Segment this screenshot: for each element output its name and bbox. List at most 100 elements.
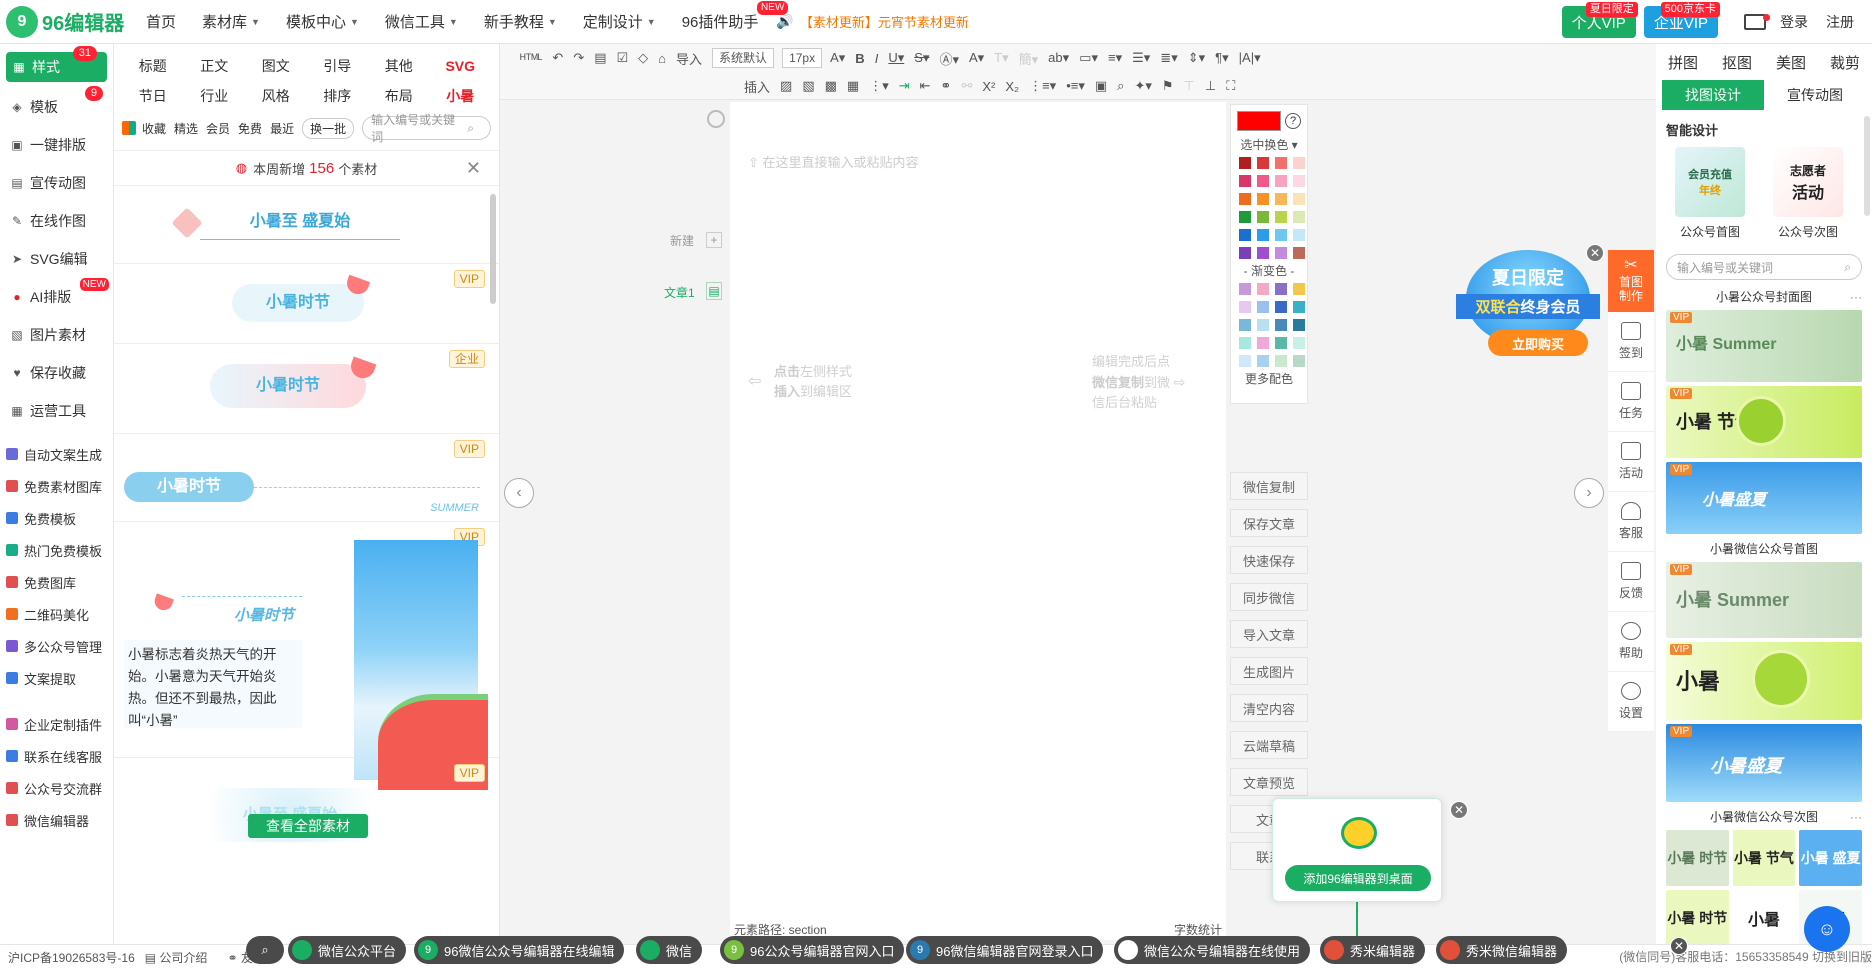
sidebar-link-free-images[interactable]: 免费图库 [0, 566, 113, 598]
search-replace-icon[interactable]: ⌕ [1117, 78, 1124, 94]
sidebar-item-online-design[interactable]: ✎ 在线作图 [0, 202, 113, 240]
line-height-icon[interactable]: ⇕▾ [1188, 50, 1205, 66]
color-swatch[interactable] [1239, 247, 1251, 259]
paste-icon[interactable]: ▣ [1095, 78, 1107, 94]
more-colors-link[interactable]: 更多配色 [1231, 369, 1307, 389]
font-family-select[interactable]: 系统默认 [712, 48, 775, 68]
more-icon[interactable]: ··· [1850, 286, 1862, 308]
sidebar-link-hot-templates[interactable]: 热门免费模板 [0, 534, 113, 566]
columns-icon[interactable]: ⋮▾ [869, 78, 889, 94]
category-guide[interactable]: 引导 [307, 54, 369, 78]
color-swatch[interactable] [1257, 193, 1269, 205]
close-taskbar-icon[interactable]: ✕ [1670, 937, 1688, 955]
color-swatch[interactable] [1239, 211, 1251, 223]
cloud-draft-button[interactable]: 云端草稿 [1230, 731, 1308, 759]
sidebar-link-wechat-editor[interactable]: 微信编辑器 [0, 804, 113, 836]
category-title[interactable]: 标题 [122, 54, 184, 78]
chevron-left-icon[interactable]: ‹ [504, 478, 534, 508]
nav-home[interactable]: 首页 [146, 11, 176, 32]
gradient-swatch[interactable] [1275, 337, 1287, 349]
category-style[interactable]: 风格 [245, 84, 307, 108]
color-swatch[interactable] [1257, 175, 1269, 187]
taskbar-item[interactable]: 9 96微信编辑器官网登录入口 [906, 936, 1104, 964]
sidebar-link-multi-account[interactable]: 多公众号管理 [0, 630, 113, 662]
current-color-swatch[interactable] [1237, 111, 1281, 131]
design-thumbnail[interactable]: VIP 小暑 Summer [1666, 310, 1862, 382]
sidebar-link-text-extract[interactable]: 文案提取 [0, 662, 113, 694]
close-promo-icon[interactable]: ✕ [1586, 244, 1604, 262]
eraser-icon[interactable]: ◇ [638, 50, 648, 66]
strikethrough-icon[interactable]: S▾ [914, 50, 929, 66]
icp-link[interactable]: 沪ICP备19026583号-16 [8, 949, 135, 966]
gradient-swatch[interactable] [1257, 301, 1269, 313]
gradient-swatch[interactable] [1239, 319, 1251, 331]
sidebar-item-images[interactable]: ▧ 图片素材 [0, 316, 113, 354]
gradient-swatch[interactable] [1257, 283, 1269, 295]
direction-icon[interactable]: |A|▾ [1239, 50, 1261, 66]
new-article-label[interactable]: 新建 [670, 232, 694, 249]
word-count[interactable]: 字数统计 [1174, 921, 1222, 938]
filter-featured[interactable]: 精选 [174, 120, 198, 137]
taskbar-item[interactable]: 微信公众号编辑器在线使用 [1114, 936, 1311, 964]
link-icon[interactable]: ⚭ [941, 78, 952, 94]
nav-wechat-tools[interactable]: 微信工具 ▼ [385, 11, 458, 32]
view-all-button[interactable]: 查看全部素材 [248, 814, 368, 838]
sidebar-link-group[interactable]: 公众号交流群 [0, 772, 113, 804]
sidebar-item-svg[interactable]: ➤ SVG编辑 [0, 240, 113, 278]
gradient-swatch[interactable] [1239, 283, 1251, 295]
insert-button[interactable]: 插入 [744, 77, 770, 96]
help-button[interactable]: 帮助 [1608, 612, 1654, 672]
gear-icon[interactable] [707, 110, 725, 128]
nav-custom-design[interactable]: 定制设计 ▼ [583, 11, 656, 32]
color-swatch[interactable] [1275, 211, 1287, 223]
check-icon[interactable]: ☑ [617, 50, 629, 66]
gradient-swatch[interactable] [1275, 301, 1287, 313]
font-size-select[interactable]: 17px [782, 48, 823, 68]
sidebar-link-free-templates[interactable]: 免费模板 [0, 502, 113, 534]
design-card-first-image[interactable]: 会员充值 年终 公众号首图 [1666, 147, 1754, 240]
undo-icon[interactable]: ↶ [552, 50, 563, 66]
color-swatch[interactable] [1239, 193, 1251, 205]
swap-color-select[interactable]: 选中换色 ▾ [1231, 135, 1307, 155]
subscript-icon[interactable]: X₂ [1005, 79, 1019, 94]
nav-tutorial[interactable]: 新手教程 ▼ [484, 11, 557, 32]
color-swatch[interactable] [1293, 229, 1305, 241]
feedback-button[interactable]: 反馈 [1608, 552, 1654, 612]
indent-out-icon[interactable]: ⇤ [920, 78, 931, 94]
sidebar-link-online-service[interactable]: 联系在线客服 [0, 740, 113, 772]
filter-member[interactable]: 会员 [206, 120, 230, 137]
color-swatch[interactable] [1293, 193, 1305, 205]
format-brush-icon[interactable]: ⌂ [658, 51, 666, 66]
gradient-swatch[interactable] [1239, 301, 1251, 313]
gradient-swatch[interactable] [1293, 301, 1305, 313]
service-button[interactable]: 客服 [1608, 492, 1654, 552]
category-layout[interactable]: 布局 [368, 84, 430, 108]
tab-collage[interactable]: 拼图 [1668, 52, 1698, 73]
background-icon[interactable]: ▩ [825, 78, 837, 94]
color-swatch[interactable] [1293, 247, 1305, 259]
top-icon[interactable]: ⊤ [1184, 78, 1195, 94]
color-swatch[interactable] [1293, 157, 1305, 169]
more-icon[interactable]: ··· [1850, 806, 1862, 828]
superscript-icon[interactable]: X² [982, 79, 995, 94]
checkin-button[interactable]: 签到 [1608, 312, 1654, 372]
chevron-right-icon[interactable]: › [1574, 478, 1604, 508]
color-swatch[interactable] [1275, 175, 1287, 187]
cover-make-button[interactable]: ✂ 首图 制作 [1608, 250, 1654, 312]
category-body[interactable]: 正文 [184, 54, 246, 78]
unlink-icon[interactable]: ⚯ [961, 78, 972, 94]
redo-icon[interactable]: ↷ [573, 50, 584, 66]
close-popup-icon[interactable]: ✕ [1450, 801, 1468, 819]
sidebar-link-qrcode[interactable]: 二维码美化 [0, 598, 113, 630]
taskbar-search[interactable]: ⌕ [246, 936, 284, 964]
filter-recent[interactable]: 最近 [270, 120, 294, 137]
color-filter-icon[interactable] [122, 121, 136, 135]
gradient-swatch[interactable] [1239, 337, 1251, 349]
chat-support-icon[interactable]: ☺ [1804, 906, 1850, 952]
tab-find-design[interactable]: 找图设计 [1662, 80, 1764, 110]
sidebar-link-free-gallery[interactable]: 免费素材图库 [0, 470, 113, 502]
design-thumbnail[interactable]: VIP 小暑 节气 [1666, 386, 1862, 458]
color-swatch[interactable] [1257, 229, 1269, 241]
enterprise-vip-button[interactable]: 企业VIP 500京东卡 [1643, 2, 1720, 38]
sidebar-item-ai-layout[interactable]: ● AI排版 NEW [0, 278, 113, 316]
